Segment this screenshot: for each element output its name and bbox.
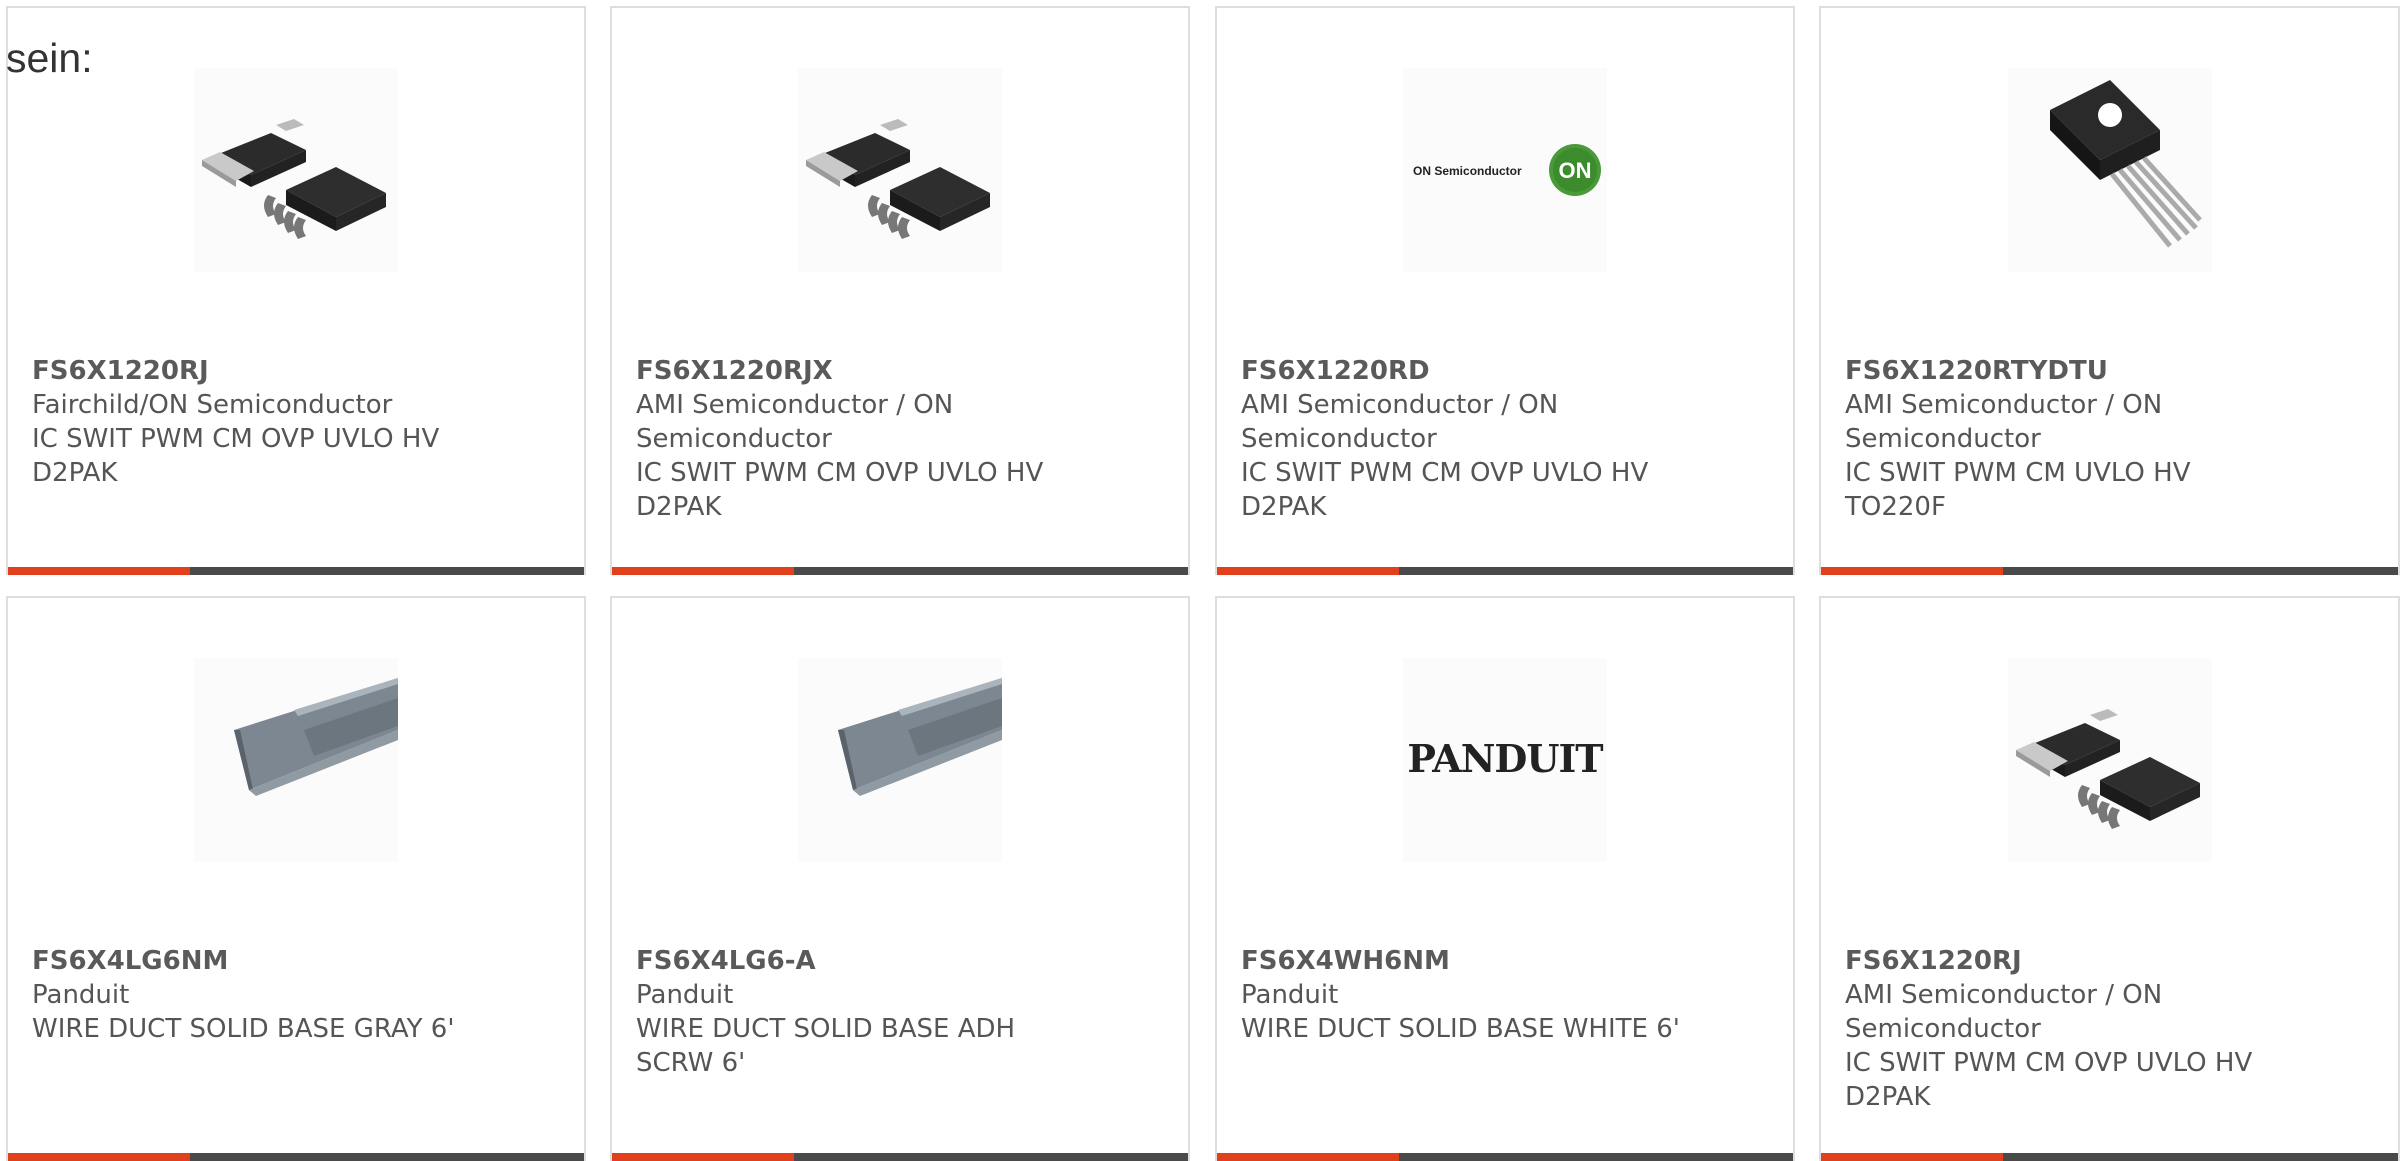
part-number-link[interactable]: FS6X1220RJX — [636, 354, 1078, 388]
card-accent-segment — [1217, 1153, 1399, 1161]
product-card[interactable]: FS6X1220RTYDTU AMI Semiconductor / ON Sem… — [1819, 6, 2400, 575]
manufacturer-name: Panduit — [1241, 980, 1339, 1010]
svg-text:ON: ON — [1559, 158, 1592, 183]
product-card[interactable]: FS6X1220RJX AMI Semiconductor / ON Semico… — [610, 6, 1190, 575]
product-info: FS6X4LG6-A Panduit WIRE DUCT SOLID BASE AD… — [636, 944, 1078, 1080]
page-fragment-text: sein: — [6, 35, 93, 81]
card-bottom-bar — [1821, 1153, 2398, 1161]
manufacturer-name: AMI Semiconductor / ON Semiconductor — [1845, 980, 2163, 1044]
d2pak-chip-image[interactable] — [798, 68, 1002, 272]
part-number-link[interactable]: FS6X4LG6-A — [636, 944, 1078, 978]
wire-duct-image[interactable] — [798, 658, 1002, 862]
product-description: IC SWIT PWM CM OVP UVLO HV D2PAK — [1845, 1048, 2253, 1112]
product-card[interactable]: FS6X1220RJ AMI Semiconductor / ON Semicon… — [1819, 596, 2400, 1161]
manufacturer-name: Panduit — [636, 980, 734, 1010]
product-description: WIRE DUCT SOLID BASE GRAY 6' — [32, 1014, 455, 1044]
product-description: WIRE DUCT SOLID BASE WHITE 6' — [1241, 1014, 1680, 1044]
part-number-link[interactable]: FS6X4LG6NM — [32, 944, 474, 978]
product-info: FS6X1220RJ Fairchild/ON Semiconductor IC S… — [32, 354, 474, 490]
card-bottom-bar — [612, 567, 1188, 575]
product-description: IC SWIT PWM CM OVP UVLO HV D2PAK — [32, 424, 440, 488]
card-bottom-bar — [612, 1153, 1188, 1161]
product-card[interactable]: PANDUIT FS6X4WH6NM Panduit WIRE DUCT SOLID… — [1215, 596, 1795, 1161]
card-accent-segment — [8, 1153, 190, 1161]
product-info: FS6X1220RD AMI Semiconductor / ON Semicon… — [1241, 354, 1683, 524]
product-grid: FS6X1220RJ Fairchild/ON Semiconductor IC S… — [0, 0, 2400, 1161]
product-description: IC SWIT PWM CM OVP UVLO HV D2PAK — [636, 458, 1044, 522]
product-description: WIRE DUCT SOLID BASE ADH SCRW 6' — [636, 1014, 1016, 1078]
svg-text:PANDUIT: PANDUIT — [1407, 736, 1603, 781]
card-accent-segment — [612, 567, 794, 575]
card-accent-segment — [1821, 567, 2003, 575]
product-info: FS6X1220RJ AMI Semiconductor / ON Semicon… — [1845, 944, 2288, 1114]
part-number-link[interactable]: FS6X1220RJ — [32, 354, 474, 388]
manufacturer-name: AMI Semiconductor / ON Semiconductor — [636, 390, 954, 454]
panduit-logo[interactable]: PANDUIT — [1403, 658, 1607, 862]
card-accent-segment — [8, 567, 190, 575]
card-bottom-bar — [1821, 567, 2398, 575]
wire-duct-image[interactable] — [194, 658, 398, 862]
part-number-link[interactable]: FS6X1220RTYDTU — [1845, 354, 2288, 388]
product-card[interactable]: FS6X4LG6-A Panduit WIRE DUCT SOLID BASE AD… — [610, 596, 1190, 1161]
card-bottom-bar — [1217, 567, 1793, 575]
manufacturer-name: Panduit — [32, 980, 130, 1010]
on-semiconductor-logo[interactable]: ON Semiconductor ON — [1403, 68, 1607, 272]
part-number-link[interactable]: FS6X1220RJ — [1845, 944, 2288, 978]
product-info: FS6X1220RJX AMI Semiconductor / ON Semico… — [636, 354, 1078, 524]
d2pak-chip-image[interactable] — [2007, 658, 2212, 862]
d2pak-chip-image[interactable] — [194, 68, 398, 272]
card-bottom-bar — [1217, 1153, 1793, 1161]
manufacturer-name: AMI Semiconductor / ON Semiconductor — [1845, 390, 2163, 454]
product-card[interactable]: ON Semiconductor ON FS6X1220RD AMI Semico… — [1215, 6, 1795, 575]
svg-text:ON Semiconductor: ON Semiconductor — [1413, 164, 1522, 178]
card-accent-segment — [1821, 1153, 2003, 1161]
product-info: FS6X1220RTYDTU AMI Semiconductor / ON Sem… — [1845, 354, 2288, 524]
product-card[interactable]: FS6X1220RJ Fairchild/ON Semiconductor IC S… — [6, 6, 586, 575]
product-description: IC SWIT PWM CM UVLO HV TO220F — [1845, 458, 2191, 522]
manufacturer-name: AMI Semiconductor / ON Semiconductor — [1241, 390, 1559, 454]
card-bottom-bar — [8, 1153, 584, 1161]
to220-chip-image[interactable] — [2007, 68, 2212, 272]
product-card[interactable]: FS6X4LG6NM Panduit WIRE DUCT SOLID BASE GR… — [6, 596, 586, 1161]
card-accent-segment — [612, 1153, 794, 1161]
part-number-link[interactable]: FS6X1220RD — [1241, 354, 1683, 388]
card-bottom-bar — [8, 567, 584, 575]
product-info: FS6X4LG6NM Panduit WIRE DUCT SOLID BASE GR… — [32, 944, 474, 1046]
part-number-link[interactable]: FS6X4WH6NM — [1241, 944, 1683, 978]
product-description: IC SWIT PWM CM OVP UVLO HV D2PAK — [1241, 458, 1649, 522]
manufacturer-name: Fairchild/ON Semiconductor — [32, 390, 393, 420]
product-info: FS6X4WH6NM Panduit WIRE DUCT SOLID BASE WH… — [1241, 944, 1683, 1046]
card-accent-segment — [1217, 567, 1399, 575]
